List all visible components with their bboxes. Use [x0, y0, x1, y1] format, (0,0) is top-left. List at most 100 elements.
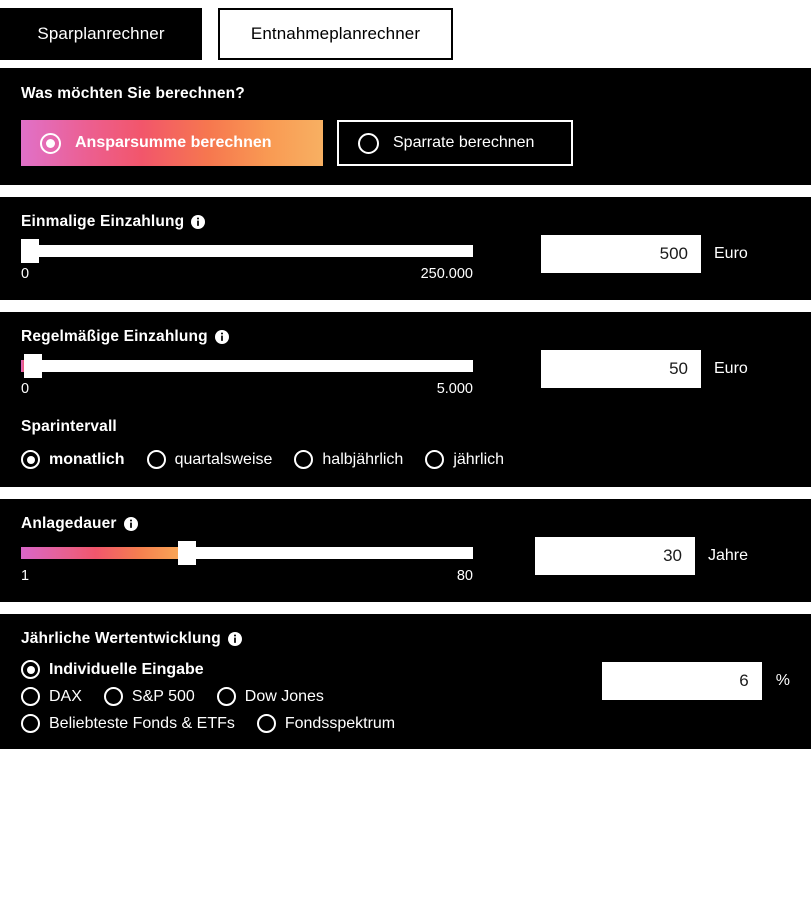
savings-interval-jaehrlich[interactable]: jährlich — [425, 450, 504, 469]
regular-payment-panel: Regelmäßige Einzahlung 0 5.000 50 Euro S… — [0, 312, 811, 487]
regular-payment-input[interactable]: 50 — [541, 350, 701, 388]
calc-mode-title-text: Was möchten Sie berechnen? — [21, 85, 245, 102]
radio-icon — [103, 687, 123, 706]
info-icon[interactable] — [214, 330, 229, 344]
slider-track[interactable] — [21, 239, 473, 263]
one-time-payment-panel: Einmalige Einzahlung 0 250.000 500 Euro — [0, 197, 811, 300]
radio-icon — [21, 450, 40, 469]
one-time-payment-title-text: Einmalige Einzahlung — [21, 213, 185, 230]
savings-interval-quartalsweise[interactable]: quartalsweise — [146, 450, 273, 469]
slider-scale-max: 5.000 — [436, 381, 473, 397]
duration-unit: Jahre — [708, 547, 749, 564]
info-icon[interactable] — [227, 632, 242, 646]
performance-option-label: Individuelle Eingabe — [49, 660, 204, 678]
calc-mode-option-sparrate[interactable]: Sparrate berechnen — [337, 120, 573, 166]
performance-panel: Jährliche Wertentwicklung Individuelle E… — [0, 614, 811, 749]
savings-interval-label: quartalsweise — [174, 450, 273, 468]
tab-sparplanrechner[interactable]: Sparplanrechner — [0, 8, 202, 60]
performance-option-sp500[interactable]: S&P 500 — [103, 687, 195, 706]
performance-row-2: DAX S&P 500 Dow Jones — [21, 687, 588, 706]
calc-mode-option-ansparsumme[interactable]: Ansparsumme berechnen — [21, 120, 323, 166]
one-time-payment-unit: Euro — [714, 245, 748, 262]
slider-scale-max: 250.000 — [420, 266, 473, 282]
info-icon[interactable] — [191, 215, 206, 229]
savings-interval-monatlich[interactable]: monatlich — [21, 450, 125, 469]
duration-value-row: 30 Jahre — [535, 537, 748, 575]
performance-value-row: 6 % — [601, 662, 790, 700]
slider-scale: 0 5.000 — [21, 381, 473, 397]
performance-body: Individuelle Eingabe DAX S&P 500 Dow Jon… — [21, 660, 790, 733]
performance-option-dow-jones[interactable]: Dow Jones — [216, 687, 324, 706]
slider-scale-max: 80 — [456, 568, 473, 584]
regular-payment-value-row: 50 Euro — [541, 350, 748, 388]
regular-payment-title: Regelmäßige Einzahlung — [21, 328, 790, 346]
duration-slider-row: 1 80 30 Jahre — [21, 537, 790, 584]
regular-payment-slider-row: 0 5.000 50 Euro — [21, 350, 790, 397]
radio-icon — [146, 450, 166, 469]
performance-row-3: Beliebteste Fonds & ETFs Fondsspektrum — [21, 714, 588, 733]
slider-fill — [21, 547, 187, 559]
performance-option-fondsspektrum[interactable]: Fondsspektrum — [256, 714, 396, 733]
one-time-payment-title: Einmalige Einzahlung — [21, 213, 790, 231]
savings-interval-label: jährlich — [453, 450, 505, 468]
radio-icon — [256, 714, 276, 733]
performance-options: Individuelle Eingabe DAX S&P 500 Dow Jon… — [21, 660, 588, 733]
performance-option-label: Dow Jones — [244, 687, 324, 705]
one-time-payment-slider[interactable]: 0 250.000 — [21, 239, 473, 282]
duration-input[interactable]: 30 — [535, 537, 695, 575]
performance-option-dax[interactable]: DAX — [21, 687, 82, 706]
radio-icon — [40, 132, 61, 154]
duration-title-text: Anlagedauer — [21, 515, 117, 532]
performance-option-individuelle-eingabe[interactable]: Individuelle Eingabe — [21, 660, 204, 679]
calculator-tabs: Sparplanrechner Entnahmeplanrechner — [0, 0, 811, 68]
regular-payment-unit: Euro — [714, 360, 748, 377]
calc-mode-options: Ansparsumme berechnen Sparrate berechnen — [21, 120, 790, 166]
one-time-payment-input[interactable]: 500 — [541, 235, 701, 273]
radio-icon — [21, 687, 40, 706]
performance-row-1: Individuelle Eingabe — [21, 660, 588, 679]
tab-entnahmeplanrechner[interactable]: Entnahmeplanrechner — [218, 8, 453, 60]
performance-unit: % — [775, 672, 790, 689]
regular-payment-slider[interactable]: 0 5.000 — [21, 354, 473, 397]
slider-scale: 0 250.000 — [21, 266, 473, 282]
regular-payment-title-text: Regelmäßige Einzahlung — [21, 328, 208, 345]
slider-thumb[interactable] — [177, 541, 196, 565]
slider-thumb[interactable] — [21, 239, 40, 263]
performance-option-label: S&P 500 — [131, 687, 195, 705]
calc-mode-option-label: Sparrate berechnen — [393, 134, 535, 151]
duration-title: Anlagedauer — [21, 515, 790, 533]
slider-scale-min: 0 — [21, 381, 30, 397]
savings-interval-label: monatlich — [49, 450, 125, 468]
slider-scale: 1 80 — [21, 568, 473, 584]
performance-title-text: Jährliche Wertentwicklung — [21, 630, 221, 647]
slider-scale-min: 1 — [21, 568, 30, 584]
slider-track[interactable] — [21, 541, 473, 565]
savings-interval-title: Sparintervall — [21, 418, 117, 435]
savings-interval-options: monatlich quartalsweise halbjährlich jäh… — [21, 450, 790, 469]
radio-icon — [425, 450, 445, 469]
performance-option-label: Fondsspektrum — [284, 714, 396, 732]
duration-slider[interactable]: 1 80 — [21, 541, 473, 584]
slider-scale-min: 0 — [21, 266, 30, 282]
one-time-payment-value-row: 500 Euro — [541, 235, 748, 273]
radio-icon — [358, 132, 379, 154]
info-icon[interactable] — [123, 517, 138, 531]
sparplanrechner-app: Sparplanrechner Entnahmeplanrechner Was … — [0, 0, 811, 922]
performance-option-beliebteste-fonds-etfs[interactable]: Beliebteste Fonds & ETFs — [21, 714, 235, 733]
performance-title: Jährliche Wertentwicklung — [21, 630, 790, 648]
savings-interval-label: halbjährlich — [322, 450, 404, 468]
savings-interval-halbjaehrlich[interactable]: halbjährlich — [294, 450, 403, 469]
radio-icon — [21, 714, 40, 733]
calc-mode-title: Was möchten Sie berechnen? — [21, 85, 790, 103]
radio-icon — [216, 687, 236, 706]
performance-option-label: Beliebteste Fonds & ETFs — [49, 714, 235, 732]
radio-icon — [21, 660, 40, 679]
performance-option-label: DAX — [49, 687, 82, 705]
slider-thumb[interactable] — [23, 354, 42, 378]
performance-input[interactable]: 6 — [601, 662, 762, 700]
calc-mode-panel: Was möchten Sie berechnen? Ansparsumme b… — [0, 68, 811, 185]
calc-mode-option-label: Ansparsumme berechnen — [75, 134, 272, 151]
one-time-payment-slider-row: 0 250.000 500 Euro — [21, 235, 790, 282]
slider-track[interactable] — [21, 354, 473, 378]
radio-icon — [294, 450, 314, 469]
